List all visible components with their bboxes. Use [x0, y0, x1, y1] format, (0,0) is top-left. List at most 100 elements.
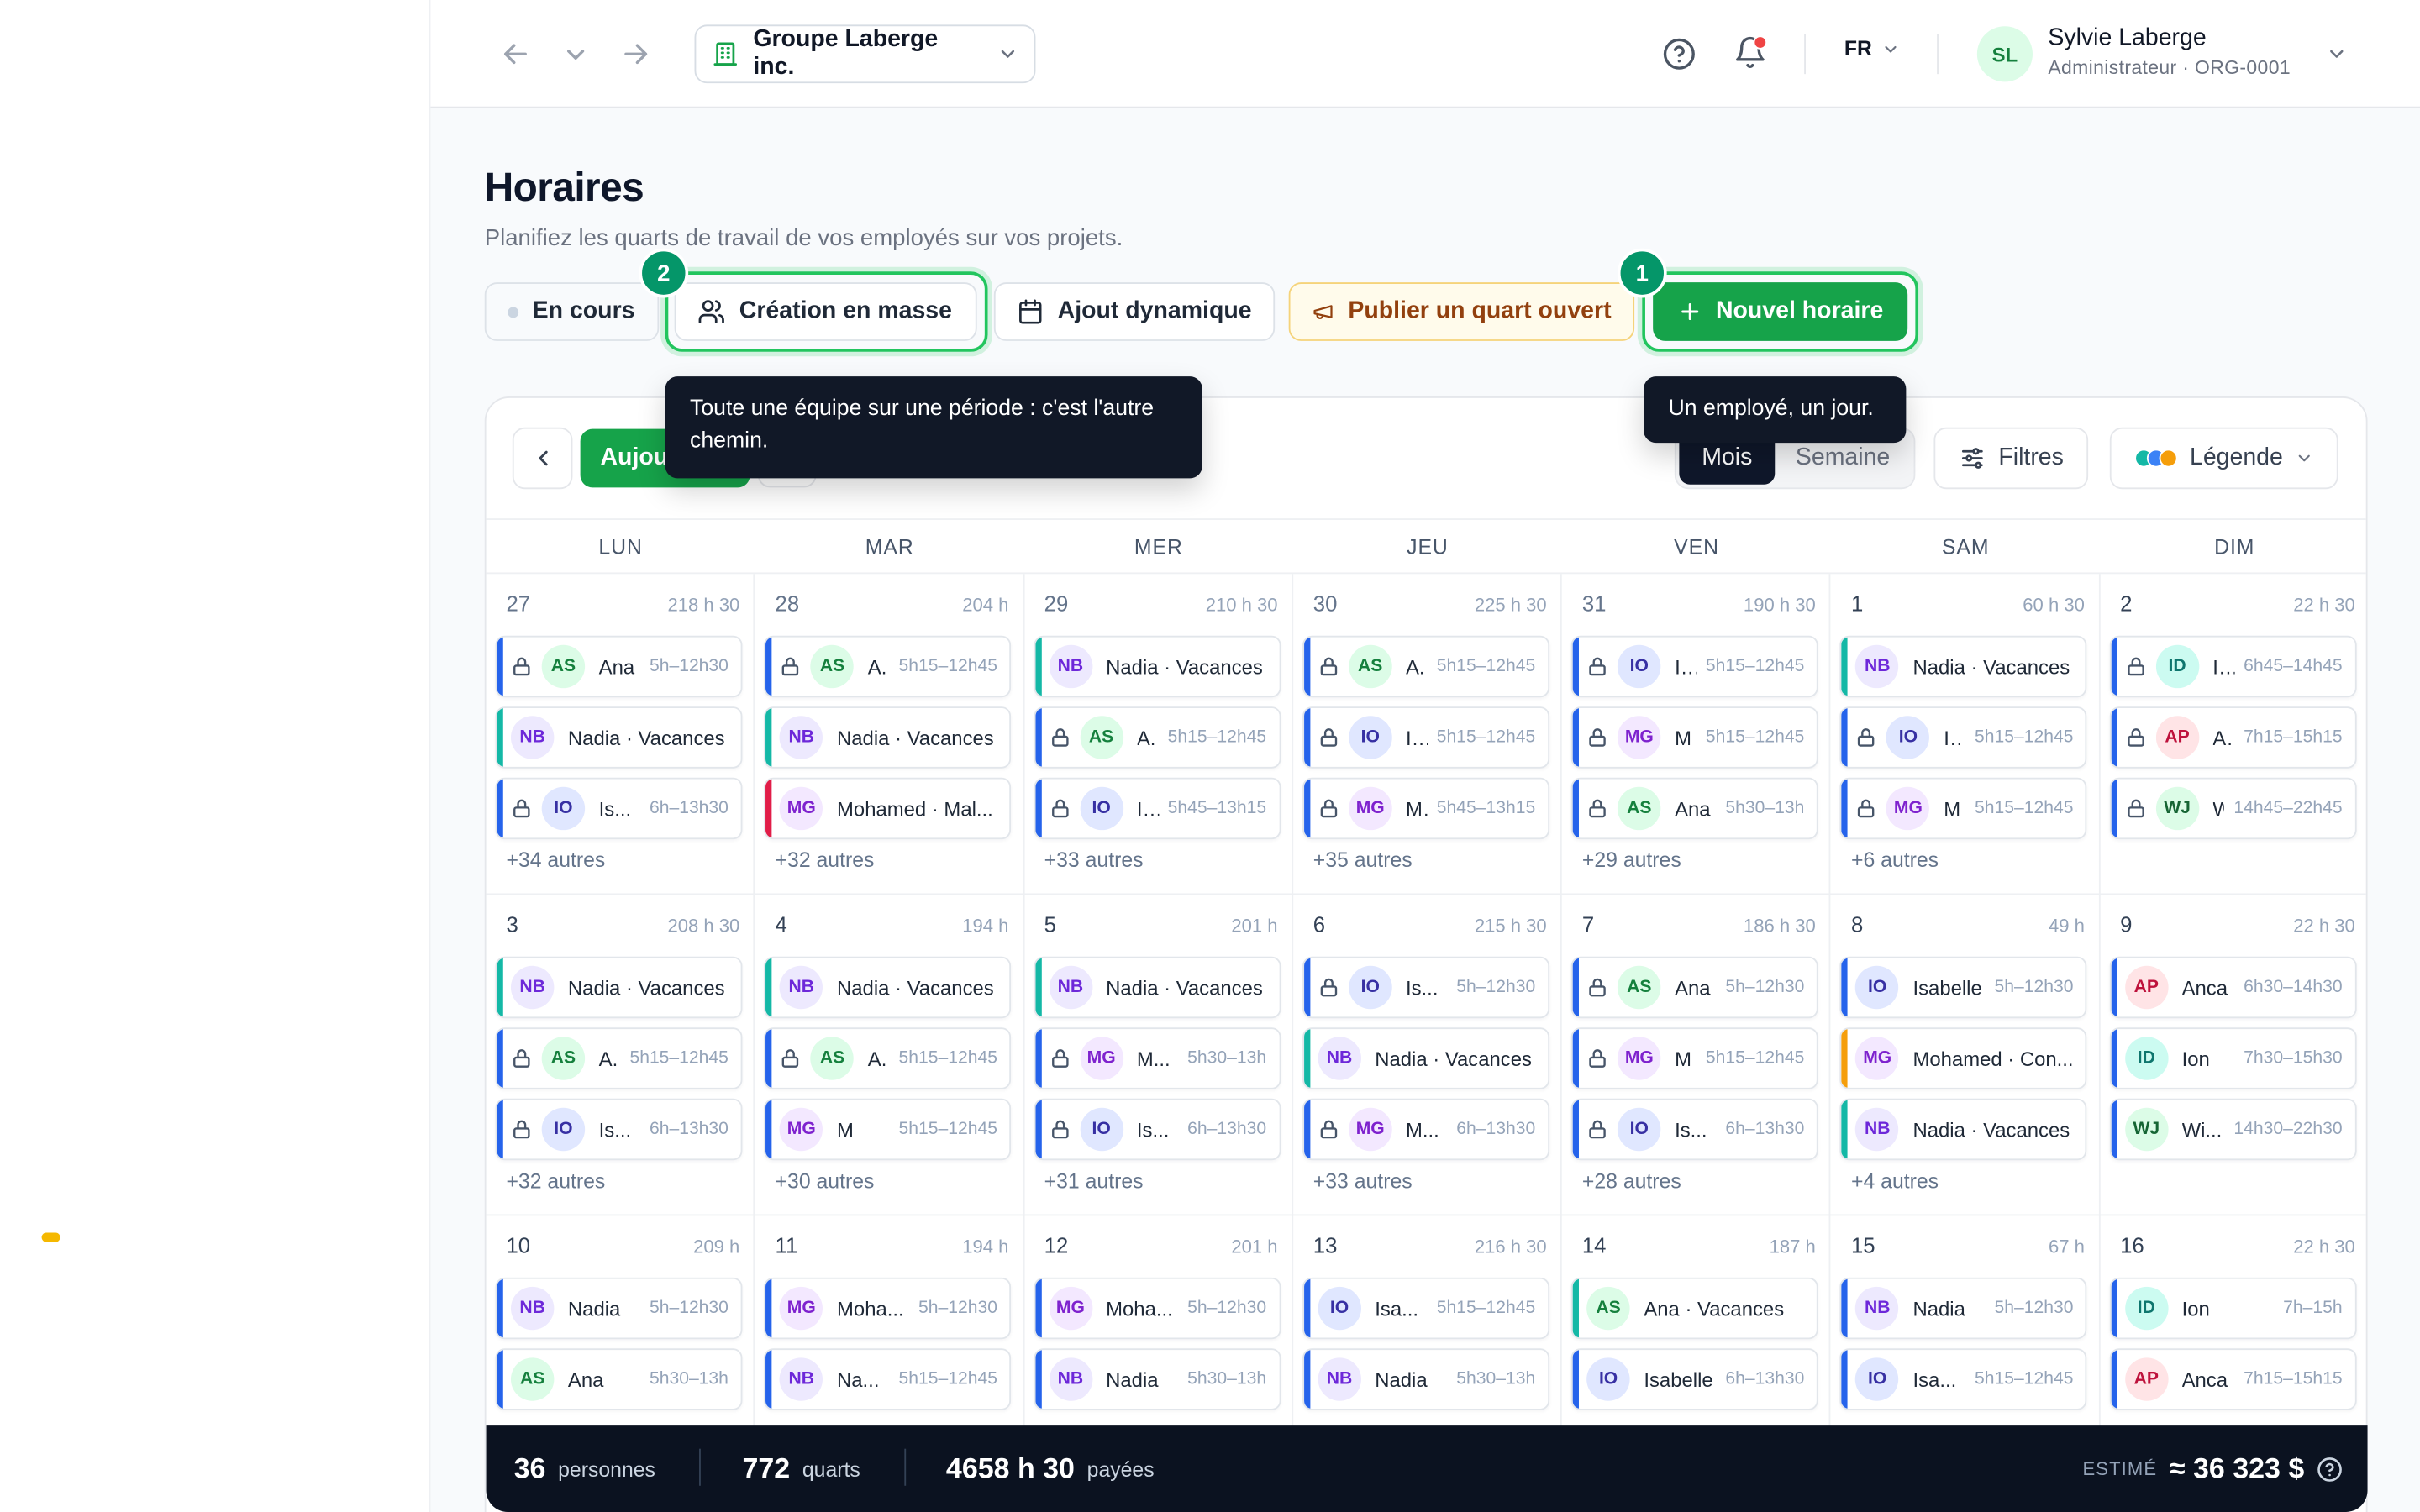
shift-card[interactable]: ID Ion 7h–15h [2109, 1277, 2357, 1340]
view-week-button[interactable]: Semaine [1775, 444, 1911, 472]
more-shifts-link[interactable]: +29 autres [1582, 848, 1681, 872]
language-selector[interactable]: FR [1844, 37, 1900, 60]
shift-card[interactable]: IO Is... 6h–13h30 [1571, 1098, 1818, 1161]
more-shifts-link[interactable]: +32 autres [506, 1169, 605, 1193]
day-cell[interactable]: 1 60 h 30 NB Nadia · Vacances IO I... 5h15–12h… [1831, 574, 2101, 895]
filters-button[interactable]: Filtres [1933, 427, 2089, 490]
legend-button[interactable]: Légende [2109, 427, 2338, 490]
day-cell[interactable]: 3 208 h 30 NB Nadia · Vacances AS A. 5h15–12h4… [487, 895, 755, 1216]
day-cell[interactable]: 6 215 h 30 IO Is... 5h–12h30 NB Nadia · Vacanc… [1293, 895, 1563, 1216]
shift-card[interactable]: MG M 5h15–12h45 [764, 1098, 1012, 1161]
day-cell[interactable]: 4 194 h NB Nadia · Vacances AS A. 5h15–12h45 MG… [755, 895, 1024, 1216]
shift-card[interactable]: AS Ana 5h30–13h [495, 1348, 743, 1410]
shift-card[interactable]: IO I... 5h15–12h45 [1302, 706, 1549, 769]
day-cell[interactable]: 9 22 h 30 AP Anca 6h30–14h30 ID Ion 7h30–15h30 W… [2100, 895, 2365, 1215]
more-shifts-link[interactable]: +34 autres [506, 848, 605, 872]
shift-card[interactable]: IO Is... 6h–13h30 [495, 1098, 743, 1161]
help-icon[interactable] [1662, 37, 1696, 71]
shift-card[interactable]: IO Is... 5h–12h30 [1302, 956, 1549, 1019]
shift-card[interactable]: NB Nadia 5h30–13h [1033, 1348, 1281, 1410]
day-cell[interactable]: 2 22 h 30 ID I... 6h45–14h45 AP A.. 7h15–15h15 W… [2100, 574, 2365, 895]
more-shifts-link[interactable]: +33 autres [1313, 1169, 1413, 1193]
shift-card[interactable]: NB Nadia 5h–12h30 [495, 1277, 743, 1340]
shift-card[interactable]: ID I... 6h45–14h45 [2109, 635, 2357, 698]
shift-card[interactable]: WJ W 14h45–22h45 [2109, 777, 2357, 840]
shift-card[interactable]: NB Nadia · Vacances [1302, 1027, 1549, 1089]
day-cell[interactable]: 29 210 h 30 NB Nadia · Vacances AS A. 5h15–12h… [1024, 574, 1293, 895]
shift-card[interactable]: IO I... 5h15–12h45 [1571, 635, 1818, 698]
shift-card[interactable]: NB Nadia 5h30–13h [1302, 1348, 1549, 1410]
shift-card[interactable]: AP A.. 7h15–15h15 [2109, 706, 2357, 769]
shift-card[interactable]: IO I... 5h15–12h45 [1840, 706, 2088, 769]
shift-card[interactable]: MG M. 5h45–13h15 [1302, 777, 1549, 840]
shift-card[interactable]: AS A. 5h15–12h45 [764, 1027, 1012, 1089]
day-cell[interactable]: 7 186 h 30 AS Ana 5h–12h30 MG M 5h15–12h45 IO Is.… [1562, 895, 1832, 1216]
shift-card[interactable]: IO Isabelle 5h–12h30 [1840, 956, 2088, 1019]
shift-card[interactable]: MG M... 6h–13h30 [1302, 1098, 1549, 1161]
user-avatar[interactable]: SL [1976, 26, 2033, 82]
shift-card[interactable]: MG Mohamed · Mal... [764, 777, 1012, 840]
shift-card[interactable]: NB Nadia · Vacances [495, 706, 743, 769]
shift-card[interactable]: NB Nadia · Vacances [495, 956, 743, 1019]
organization-selector[interactable]: Groupe Laberge inc. [694, 24, 1036, 84]
back-arrow-icon[interactable] [498, 37, 532, 71]
shift-card[interactable]: AS Ana 5h–12h30 [1571, 956, 1818, 1019]
shift-card[interactable]: NB Nadia · Vacances [1840, 635, 2088, 698]
shift-card[interactable]: AP Anca 6h30–14h30 [2109, 956, 2357, 1019]
new-schedule-button[interactable]: Nouvel horaire [1653, 282, 1908, 341]
shift-card[interactable]: AP Anca 7h15–15h15 [2109, 1348, 2357, 1410]
shift-card[interactable]: AS A. 5h15–12h45 [495, 1027, 743, 1089]
more-shifts-link[interactable]: +6 autres [1851, 848, 1939, 872]
user-menu-chevron-icon[interactable] [2326, 43, 2348, 65]
shift-card[interactable]: NB Nadia · Vacances [1033, 956, 1281, 1019]
publish-open-shift-button[interactable]: Publier un quart ouvert [1288, 282, 1635, 341]
previous-month-button[interactable] [512, 427, 573, 490]
forward-arrow-icon[interactable] [619, 37, 653, 71]
shift-card[interactable]: AS A. 5h15–12h45 [764, 635, 1012, 698]
shift-card[interactable]: AS Ana 5h30–13h [1571, 777, 1818, 840]
shift-card[interactable]: MG Moha... 5h–12h30 [764, 1277, 1012, 1340]
more-shifts-link[interactable]: +32 autres [776, 848, 875, 872]
day-cell[interactable]: 27 218 h 30 AS Ana 5h–12h30 NB Nadia · Vacance… [487, 574, 755, 895]
shift-card[interactable]: ID Ion 7h30–15h30 [2109, 1027, 2357, 1089]
shift-card[interactable]: IO I... 5h45–13h15 [1033, 777, 1281, 840]
more-shifts-link[interactable]: +28 autres [1582, 1169, 1681, 1193]
shift-card[interactable]: MG M 5h15–12h45 [1571, 706, 1818, 769]
shift-card[interactable]: IO Isa... 5h15–12h45 [1302, 1277, 1549, 1340]
status-filter-button[interactable]: En cours [484, 282, 660, 341]
estimate-help-icon[interactable] [2317, 1456, 2343, 1482]
day-cell[interactable]: 31 190 h 30 IO I... 5h15–12h45 MG M 5h15–12h45 A… [1562, 574, 1832, 895]
more-shifts-link[interactable]: +33 autres [1044, 848, 1144, 872]
shift-card[interactable]: NB Nadia 5h–12h30 [1840, 1277, 2088, 1340]
shift-card[interactable]: NB Nadia · Vacances [1840, 1098, 2088, 1161]
shift-card[interactable]: IO Is... 6h–13h30 [1033, 1098, 1281, 1161]
shift-card[interactable]: MG M... 5h30–13h [1033, 1027, 1281, 1089]
more-shifts-link[interactable]: +35 autres [1313, 848, 1413, 872]
shift-card[interactable]: NB Nadia · Vacances [1033, 635, 1281, 698]
shift-card[interactable]: IO Is... 6h–13h30 [495, 777, 743, 840]
shift-card[interactable]: MG M 5h15–12h45 [1571, 1027, 1818, 1089]
shift-card[interactable]: NB Nadia · Vacances [764, 956, 1012, 1019]
shift-card[interactable]: IO Isa... 5h15–12h45 [1840, 1348, 2088, 1410]
shift-card[interactable]: MG M 5h15–12h45 [1840, 777, 2088, 840]
day-cell[interactable]: 28 204 h AS A. 5h15–12h45 NB Nadia · Vacances M… [755, 574, 1024, 895]
more-shifts-link[interactable]: +30 autres [776, 1169, 875, 1193]
more-shifts-link[interactable]: +31 autres [1044, 1169, 1144, 1193]
shift-card[interactable]: WJ Wi... 14h30–22h30 [2109, 1098, 2357, 1161]
day-cell[interactable]: 30 225 h 30 AS A. 5h15–12h45 IO I... 5h15–12h45… [1293, 574, 1563, 895]
shift-card[interactable]: AS Ana · Vacances [1571, 1277, 1818, 1340]
shift-card[interactable]: NB Nadia · Vacances [764, 706, 1012, 769]
shift-card[interactable]: MG Moha... 5h–12h30 [1033, 1277, 1281, 1340]
shift-card[interactable]: IO Isabelle 6h–13h30 [1571, 1348, 1818, 1410]
dynamic-add-button[interactable]: Ajout dynamique [993, 282, 1276, 341]
shift-card[interactable]: AS A. 5h15–12h45 [1302, 635, 1549, 698]
mass-creation-button[interactable]: Création en masse [674, 282, 977, 341]
shift-card[interactable]: MG Mohamed · Con... [1840, 1027, 2088, 1089]
shift-card[interactable]: NB Na... 5h15–12h45 [764, 1348, 1012, 1410]
day-cell[interactable]: 8 49 h IO Isabelle 5h–12h30 MG Mohamed · Con..… [1831, 895, 2101, 1216]
history-chevron-down-icon[interactable] [559, 37, 592, 71]
shift-card[interactable]: AS Ana 5h–12h30 [495, 635, 743, 698]
day-cell[interactable]: 5 201 h NB Nadia · Vacances MG M... 5h30–13h IO… [1024, 895, 1293, 1216]
more-shifts-link[interactable]: +4 autres [1851, 1169, 1939, 1193]
notifications-button[interactable] [1733, 35, 1770, 72]
